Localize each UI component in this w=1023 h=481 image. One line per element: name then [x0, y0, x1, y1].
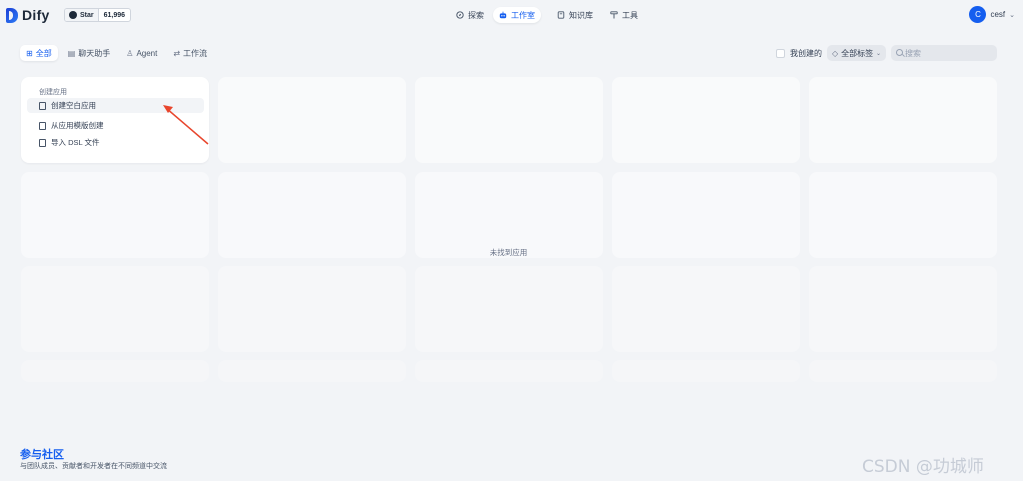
hammer-icon: [610, 11, 618, 19]
tab-agent[interactable]: ♙ Agent: [120, 45, 163, 61]
top-navigation-bar: Dify Star 61,996 探索 工作室 知识库 工具 C cesf ⌄: [0, 0, 1023, 30]
github-star-label: Star: [80, 11, 94, 19]
user-menu[interactable]: C cesf ⌄: [969, 6, 1015, 23]
tab-workflow[interactable]: ⇄ 工作流: [167, 45, 213, 61]
app-card-placeholder: [809, 266, 997, 352]
compass-icon: [456, 11, 464, 19]
github-star-count: 61,996: [103, 11, 126, 19]
nav-studio-label: 工作室: [511, 10, 535, 20]
annotation-arrow: [163, 105, 209, 145]
import-dsl-label: 导入 DSL 文件: [51, 138, 100, 147]
app-type-tabs: ⊞ 全部 ▤ 聊天助手 ♙ Agent ⇄ 工作流: [20, 45, 213, 61]
app-card-placeholder: [415, 360, 603, 382]
app-card-placeholder: [415, 172, 603, 258]
nav-explore-label: 探索: [468, 10, 484, 20]
app-card-placeholder: [612, 77, 800, 163]
community-subtitle: 与团队成员、贡献者和开发者在不同频道中交流: [20, 463, 167, 470]
nav-explore[interactable]: 探索: [450, 7, 490, 23]
app-card-placeholder: [218, 172, 406, 258]
import-icon: [39, 138, 46, 147]
github-star-button[interactable]: Star 61,996: [64, 8, 132, 22]
app-card-placeholder: [612, 266, 800, 352]
create-from-template-label: 从应用模版创建: [51, 121, 104, 130]
template-icon: [39, 121, 46, 130]
created-by-me-label: 我创建的: [790, 49, 822, 58]
nav-knowledge[interactable]: 知识库: [551, 7, 599, 23]
robot-icon: [499, 11, 507, 19]
dify-logo[interactable]: Dify: [6, 7, 50, 23]
chat-icon: ▤: [67, 48, 76, 58]
csdn-watermark: CSDN @功城师: [862, 457, 984, 477]
blank-file-icon: [39, 101, 46, 110]
tab-all-label: 全部: [35, 48, 52, 58]
tab-agent-label: Agent: [136, 48, 158, 58]
nav-tools-label: 工具: [622, 10, 638, 20]
tag-icon: ◇: [832, 48, 839, 58]
nav-studio[interactable]: 工作室: [493, 7, 541, 23]
tag-filter-select[interactable]: ◇ 全部标签 ⌄: [827, 45, 886, 61]
workflow-icon: ⇄: [173, 48, 181, 58]
app-card-placeholder: [415, 77, 603, 163]
create-app-title: 创建应用: [39, 89, 67, 96]
book-icon: [557, 11, 565, 19]
app-card-placeholder: [21, 172, 209, 258]
app-card-placeholder: [218, 77, 406, 163]
github-star: Star: [65, 9, 99, 21]
app-card-placeholder: [809, 360, 997, 382]
app-card-placeholder: [612, 360, 800, 382]
nav-knowledge-label: 知识库: [569, 10, 593, 20]
nav-tools[interactable]: 工具: [604, 7, 644, 23]
created-by-me-filter[interactable]: 我创建的: [776, 48, 822, 59]
tab-workflow-label: 工作流: [183, 48, 208, 58]
github-icon: [69, 11, 77, 19]
app-card-placeholder: [218, 266, 406, 352]
created-by-me-checkbox[interactable]: [776, 49, 785, 58]
agent-icon: ♙: [126, 48, 134, 58]
brand-name: Dify: [22, 7, 50, 23]
empty-state-text: 未找到应用: [489, 248, 528, 257]
tab-chat-assistant[interactable]: ▤ 聊天助手: [62, 45, 117, 61]
tab-all[interactable]: ⊞ 全部: [20, 45, 58, 61]
grid-icon: ⊞: [26, 48, 33, 58]
user-name: cesf: [990, 10, 1006, 19]
search-input[interactable]: [891, 45, 997, 61]
tab-chat-assistant-label: 聊天助手: [78, 48, 111, 58]
community-title[interactable]: 参与社区: [20, 446, 64, 462]
app-card-placeholder: [218, 360, 406, 382]
chevron-down-icon: ⌄: [1009, 11, 1015, 19]
create-blank-app-label: 创建空白应用: [51, 101, 96, 110]
app-card-placeholder: [612, 172, 800, 258]
search-icon: [896, 49, 903, 56]
app-card-placeholder: [809, 77, 997, 163]
app-card-placeholder: [809, 172, 997, 258]
tag-filter-label: 全部标签: [841, 48, 874, 58]
chevron-down-icon: ⌄: [875, 50, 881, 57]
app-card-placeholder: [21, 266, 209, 352]
app-card-placeholder: [415, 266, 603, 352]
app-card-placeholder: [21, 360, 209, 382]
dify-logo-icon: [6, 7, 18, 23]
avatar: C: [969, 6, 987, 23]
